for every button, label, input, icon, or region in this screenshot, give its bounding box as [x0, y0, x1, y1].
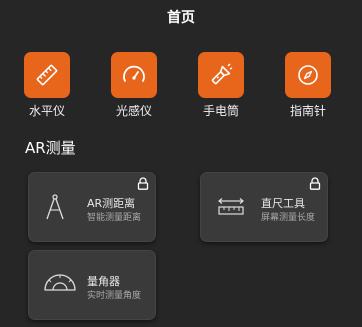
card-protractor[interactable]: 量角器 实时测量角度: [28, 250, 156, 320]
compass-icon: [285, 52, 331, 98]
card-subtitle: 实时测量角度: [87, 291, 142, 301]
tool-flashlight[interactable]: 手电筒: [188, 52, 254, 120]
card-subtitle: 屏幕测量长度: [261, 213, 316, 223]
gauge-icon: [111, 52, 157, 98]
flashlight-icon: [198, 52, 244, 98]
lock-icon: [309, 177, 321, 190]
protractor-icon: [44, 274, 76, 291]
ruler-arrow-icon: [218, 198, 244, 215]
card-ar-distance[interactable]: AR测距离 智能测量距离: [28, 172, 156, 242]
card-title: AR测距离: [87, 197, 136, 210]
card-ruler[interactable]: 直尺工具 屏幕测量长度: [200, 172, 328, 242]
section-title: AR测量: [25, 139, 76, 157]
compass-drafting-icon: [46, 194, 64, 220]
tool-compass[interactable]: 指南针: [275, 52, 341, 120]
card-subtitle: 智能测量距离: [87, 213, 142, 223]
ruler-level-icon: [24, 52, 70, 98]
lock-icon: [137, 177, 149, 190]
card-title: 直尺工具: [261, 197, 305, 210]
tool-label: 手电筒: [202, 104, 239, 118]
card-title: 量角器: [87, 275, 120, 288]
tool-light-meter[interactable]: 光感仪: [101, 52, 167, 120]
tool-label: 指南针: [289, 104, 326, 118]
page-title: 首页: [167, 10, 195, 26]
tool-level[interactable]: 水平仪: [14, 52, 80, 120]
tool-label: 光感仪: [115, 104, 152, 118]
tool-label: 水平仪: [28, 104, 65, 118]
